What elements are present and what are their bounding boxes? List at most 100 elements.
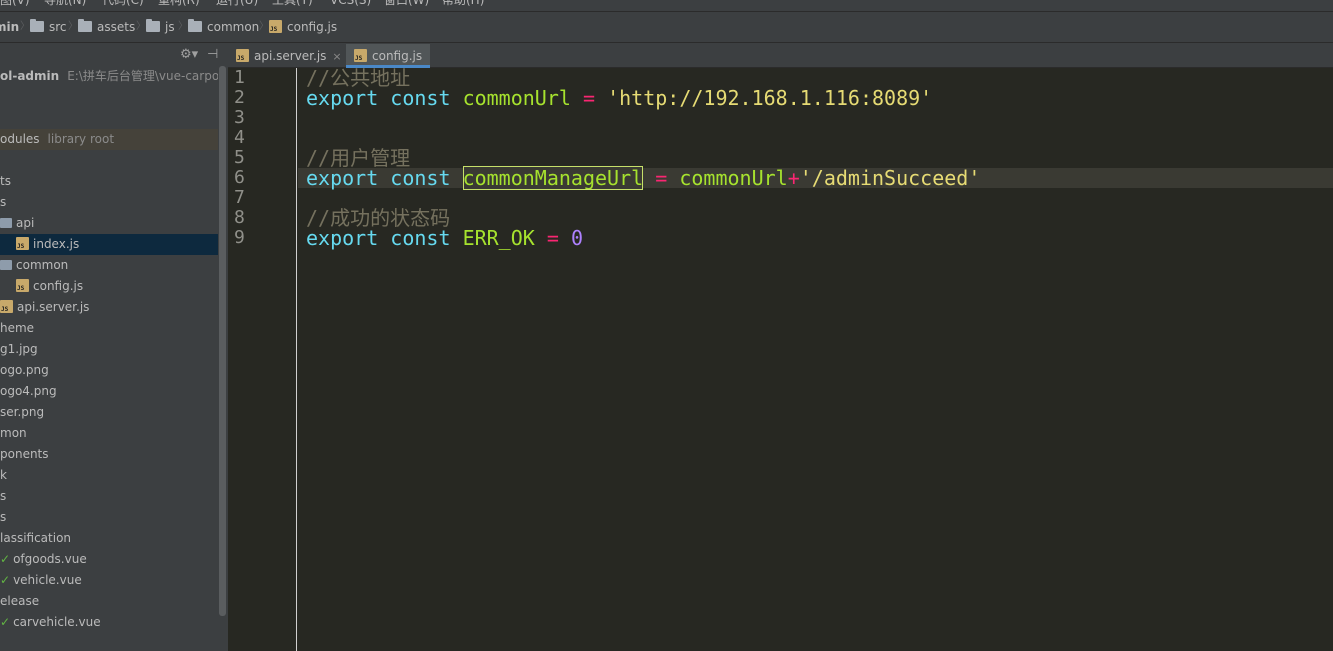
- tree-row[interactable]: ✓ vehicle.vue: [0, 570, 218, 591]
- line-number: 7: [234, 187, 245, 208]
- js-file-icon: [269, 20, 282, 33]
- code-line[interactable]: //用户管理: [306, 148, 410, 168]
- breadcrumb-label: min: [0, 20, 20, 34]
- breadcrumb-item[interactable]: assets: [78, 12, 135, 42]
- project-scrollbar[interactable]: [218, 66, 227, 616]
- menu-item[interactable]: VCS(S): [330, 0, 371, 7]
- tree-row-label: lassification: [0, 531, 72, 545]
- tree-row-label: api: [16, 216, 35, 230]
- code-line[interactable]: export const ERR_OK = 0: [306, 228, 583, 248]
- breadcrumb-item[interactable]: config.js: [269, 12, 337, 42]
- tree-row[interactable]: api.server.js: [0, 297, 218, 318]
- breadcrumb: min〉src〉assets〉js〉common〉config.js: [0, 11, 1333, 43]
- line-number: 3: [234, 107, 245, 128]
- tree-row-label: ser.png: [0, 405, 45, 419]
- tree-row[interactable]: ogo4.png: [0, 381, 218, 402]
- tree-row-label: mon: [0, 426, 27, 440]
- collapse-icon[interactable]: ⊣: [207, 47, 218, 63]
- breadcrumb-item[interactable]: common: [188, 12, 259, 42]
- menu-item[interactable]: 重构(R): [158, 0, 200, 7]
- tree-row[interactable]: elease: [0, 591, 218, 612]
- close-icon[interactable]: ×: [332, 50, 341, 63]
- tree-row-label: elease: [0, 594, 40, 608]
- tree-row[interactable]: lassification: [0, 528, 218, 549]
- tree-row-label: heme: [0, 321, 35, 335]
- code-token: const: [390, 166, 451, 190]
- tab-label: api.server.js: [254, 49, 327, 63]
- tree-row[interactable]: ✓ carvehicle.vue: [0, 612, 218, 633]
- tree-row: [0, 108, 218, 129]
- tree-row[interactable]: index.js: [0, 234, 218, 255]
- menu-item[interactable]: 图(V): [0, 0, 30, 7]
- tree-row[interactable]: mon: [0, 423, 218, 444]
- folder-icon: [30, 19, 44, 32]
- breadcrumb-item[interactable]: js: [146, 12, 175, 42]
- tree-row[interactable]: k: [0, 465, 218, 486]
- code-line[interactable]: //成功的状态码: [306, 208, 450, 228]
- code-line[interactable]: export const commonUrl = 'http://192.168…: [306, 88, 932, 108]
- tree-row-label: carvehicle.vue: [13, 615, 101, 629]
- tree-row[interactable]: ✓ ofgoods.vue: [0, 549, 218, 570]
- breadcrumb-label: config.js: [287, 20, 338, 34]
- tree-row-label: ol-admin: [0, 69, 60, 83]
- code-line[interactable]: export const commonManageUrl = commonUrl…: [306, 166, 981, 190]
- menu-item[interactable]: 导航(N): [44, 0, 86, 7]
- folder-icon: [146, 19, 160, 32]
- tree-row-label: odules: [0, 132, 40, 146]
- menu-item[interactable]: 窗口(W): [384, 0, 429, 7]
- code-editor[interactable]: 123456789 //公共地址 export const commonUrl =…: [228, 68, 1333, 651]
- tree-row[interactable]: ts: [0, 171, 218, 192]
- menu-item[interactable]: 运行(U): [216, 0, 258, 7]
- js-file-icon: [236, 49, 249, 62]
- menu-item[interactable]: 工具(T): [272, 0, 313, 7]
- code-token: commonManageUrl: [462, 166, 644, 190]
- line-number: 1: [234, 67, 245, 88]
- folder-icon: [0, 218, 12, 228]
- line-number: 4: [234, 127, 245, 148]
- breadcrumb-label: assets: [97, 20, 136, 34]
- tree-row[interactable]: odules library root: [0, 129, 218, 150]
- chevron-right-icon: 〉: [20, 21, 30, 32]
- gear-icon[interactable]: ⚙▾: [180, 47, 198, 63]
- tree-row[interactable]: ol-admin E:\拼车后台管理\vue-carpool-a: [0, 66, 218, 87]
- tree-row[interactable]: g1.jpg: [0, 339, 218, 360]
- tree-row[interactable]: s: [0, 192, 218, 213]
- line-number: 5: [234, 147, 245, 168]
- tree-row[interactable]: s: [0, 486, 218, 507]
- tab-api-server-js[interactable]: api.server.js ×: [228, 44, 350, 68]
- js-file-icon: [0, 300, 13, 313]
- code-line[interactable]: //公共地址: [306, 68, 410, 88]
- tree-row[interactable]: ponents: [0, 444, 218, 465]
- tree-row-label: ogo4.png: [0, 384, 57, 398]
- menu-item[interactable]: 帮助(H): [442, 0, 484, 7]
- tree-row[interactable]: ogo.png: [0, 360, 218, 381]
- breadcrumb-item[interactable]: min: [0, 12, 19, 42]
- tree-row[interactable]: api: [0, 213, 218, 234]
- tree-row[interactable]: ser.png: [0, 402, 218, 423]
- tree-row[interactable]: s: [0, 507, 218, 528]
- menu-item[interactable]: 代码(C): [102, 0, 144, 7]
- tab-config-js[interactable]: config.js: [346, 44, 431, 68]
- code-token: const: [390, 226, 451, 250]
- tree-row[interactable]: heme: [0, 318, 218, 339]
- scrollbar-thumb[interactable]: [219, 66, 226, 616]
- tree-row[interactable]: config.js: [0, 276, 218, 297]
- code-token: '/adminSucceed': [799, 166, 981, 190]
- folder-icon: [78, 19, 92, 32]
- breadcrumb-item[interactable]: src: [30, 12, 67, 42]
- tree-row-label: api.server.js: [17, 300, 90, 314]
- breadcrumb-label: src: [49, 20, 67, 34]
- js-file-icon: [16, 237, 29, 250]
- tree-row-label: ogo.png: [0, 363, 49, 377]
- code-token: export: [306, 86, 379, 110]
- line-number: 2: [234, 87, 245, 108]
- vue-file-icon: ✓: [0, 615, 11, 629]
- tree-row[interactable]: common: [0, 255, 218, 276]
